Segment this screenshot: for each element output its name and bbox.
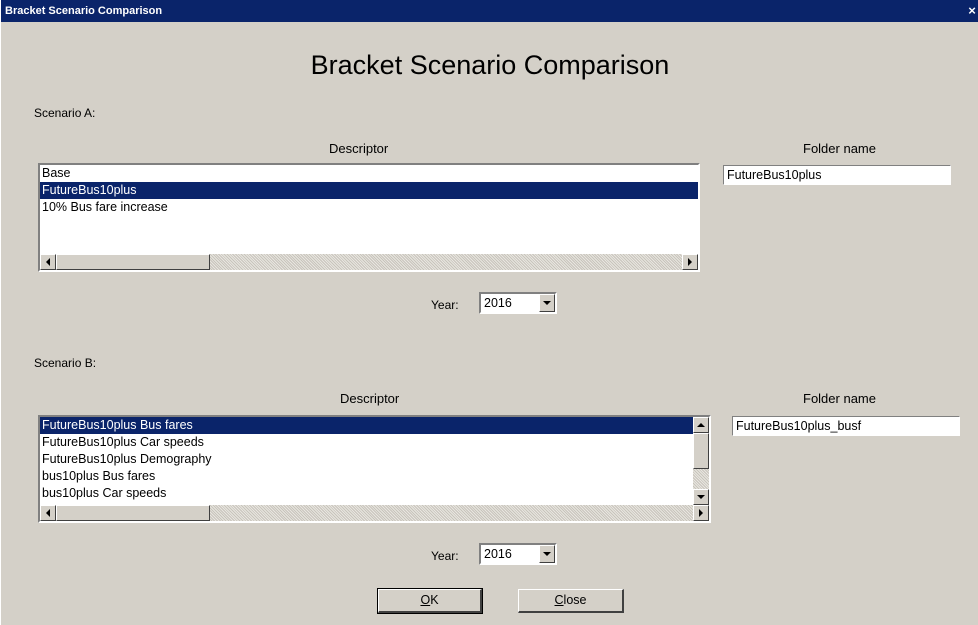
ok-button[interactable]: OK bbox=[377, 588, 483, 614]
scenario-a-folder-field[interactable]: FutureBus10plus bbox=[723, 165, 951, 185]
scroll-left-icon[interactable] bbox=[40, 254, 56, 270]
scenario-a-folder-header: Folder name bbox=[803, 141, 876, 156]
scenario-a-year-select[interactable]: 2016 bbox=[479, 292, 557, 314]
scenario-b-year-label: Year: bbox=[431, 549, 459, 563]
list-item[interactable]: FutureBus10plus Demography bbox=[40, 451, 693, 468]
chevron-down-icon[interactable] bbox=[539, 545, 555, 563]
scenario-b-horizontal-scrollbar[interactable] bbox=[40, 505, 709, 521]
scenario-a-descriptor-header: Descriptor bbox=[329, 141, 389, 156]
page-title: Bracket Scenario Comparison bbox=[310, 50, 670, 80]
scenario-b-vertical-scrollbar[interactable] bbox=[693, 417, 709, 505]
list-item[interactable]: FutureBus10plus Bus fares bbox=[40, 417, 693, 434]
scroll-right-icon[interactable] bbox=[693, 505, 709, 521]
chevron-down-icon[interactable] bbox=[539, 294, 555, 312]
scenario-a-list-items: Base FutureBus10plus 10% Bus fare increase bbox=[40, 165, 698, 216]
scenario-b-descriptor-header: Descriptor bbox=[340, 391, 400, 406]
scenario-b-year-value: 2016 bbox=[484, 547, 512, 561]
scenario-b-folder-field[interactable]: FutureBus10plus_busf bbox=[732, 416, 960, 436]
scenario-a-year-value: 2016 bbox=[484, 296, 512, 310]
scroll-up-icon[interactable] bbox=[693, 417, 709, 433]
close-icon[interactable]: × bbox=[965, 0, 978, 22]
scroll-thumb[interactable] bbox=[693, 433, 709, 469]
list-item[interactable]: FutureBus10plus Car speeds bbox=[40, 434, 693, 451]
scenario-a-label: Scenario A: bbox=[34, 106, 96, 120]
window-title: Bracket Scenario Comparison bbox=[5, 5, 163, 17]
list-item[interactable]: FutureBus10plus bbox=[40, 182, 698, 199]
scenario-b-label: Scenario B: bbox=[34, 356, 97, 370]
scenario-a-year-label: Year: bbox=[431, 298, 459, 312]
scenario-b-list-items: FutureBus10plus Bus fares FutureBus10plus… bbox=[40, 417, 693, 502]
list-item[interactable]: bus10plus Bus fares bbox=[40, 468, 693, 485]
scenario-b-descriptor-list[interactable]: FutureBus10plus Bus fares FutureBus10plus… bbox=[38, 415, 711, 523]
list-item[interactable]: bus10plus Car speeds bbox=[40, 485, 693, 502]
scroll-left-icon[interactable] bbox=[40, 505, 56, 521]
scenario-a-horizontal-scrollbar[interactable] bbox=[40, 254, 698, 270]
dialog-window: Bracket Scenario Comparison × Bracket Sc… bbox=[0, 0, 978, 625]
title-bar: Bracket Scenario Comparison × bbox=[1, 0, 978, 22]
list-item[interactable]: 10% Bus fare increase bbox=[40, 199, 698, 216]
scroll-thumb[interactable] bbox=[56, 505, 210, 521]
list-item[interactable]: Base bbox=[40, 165, 698, 182]
scenario-a-descriptor-list[interactable]: Base FutureBus10plus 10% Bus fare increase bbox=[38, 163, 700, 272]
scenario-b-year-select[interactable]: 2016 bbox=[479, 543, 557, 565]
scenario-b-folder-header: Folder name bbox=[803, 391, 876, 406]
scroll-thumb[interactable] bbox=[56, 254, 210, 270]
scroll-right-icon[interactable] bbox=[682, 254, 698, 270]
close-button[interactable]: Close bbox=[518, 589, 624, 613]
scroll-down-icon[interactable] bbox=[693, 489, 709, 505]
